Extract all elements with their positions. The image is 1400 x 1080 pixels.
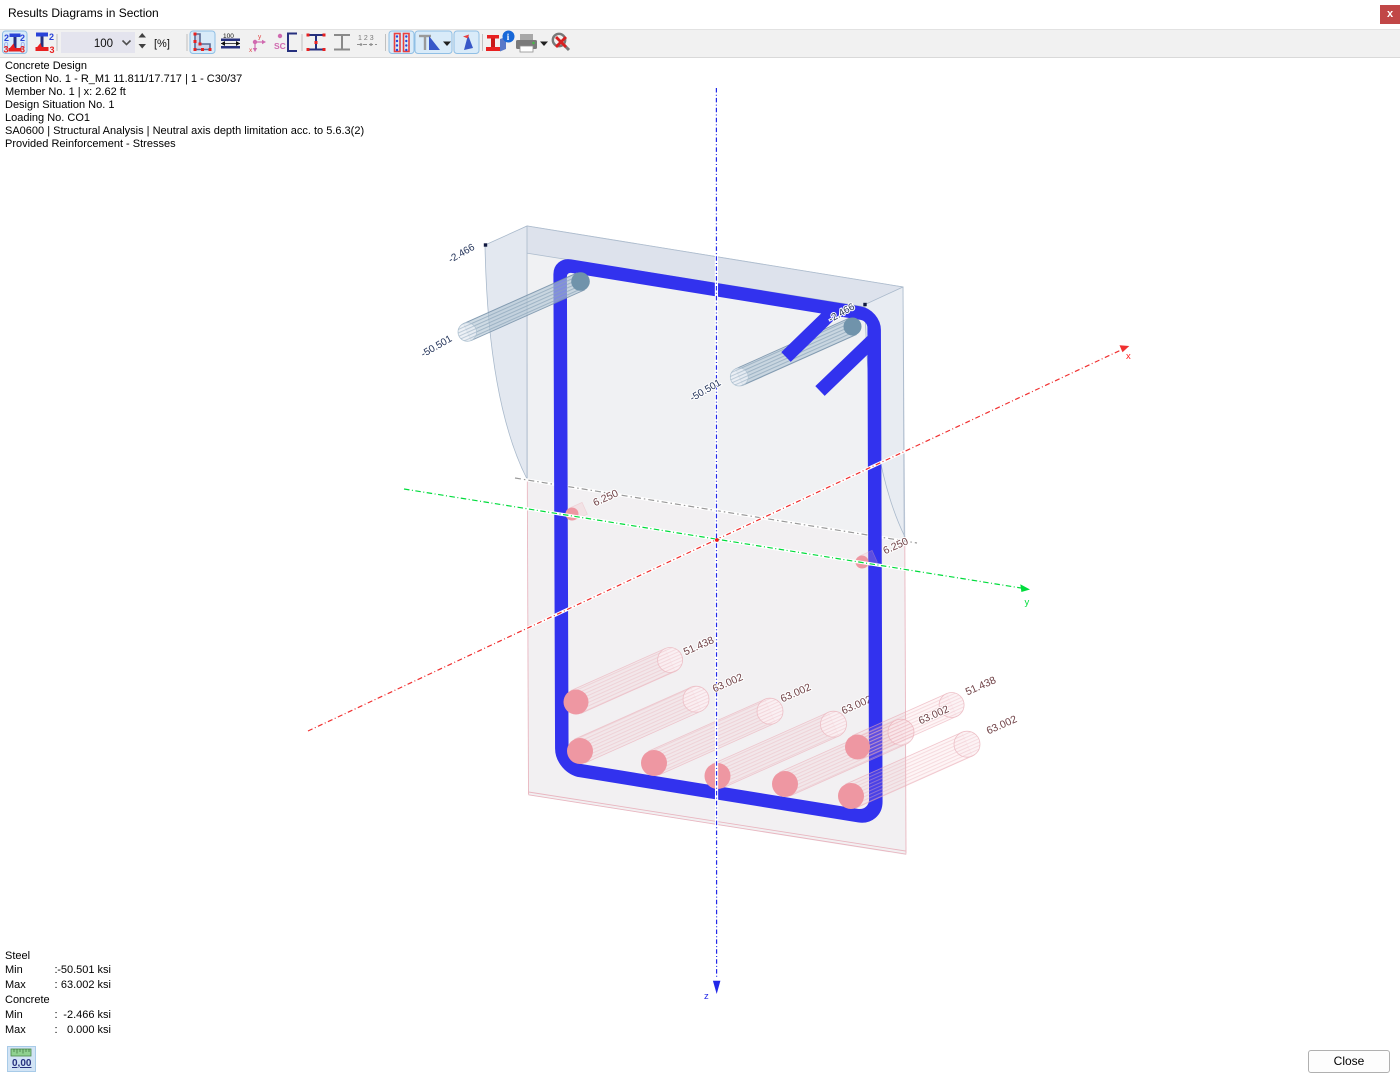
svg-text:x: x (1126, 351, 1131, 362)
svg-text:-2.466: -2.466 (447, 242, 477, 266)
svg-text:63.002: 63.002 (985, 713, 1019, 737)
svg-text:51.438: 51.438 (964, 674, 998, 698)
svg-text:y: y (1025, 597, 1030, 608)
svg-text:z: z (704, 991, 709, 1002)
svg-text:0,00: 0,00 (12, 1058, 32, 1069)
svg-text:-50.501: -50.501 (419, 333, 454, 360)
